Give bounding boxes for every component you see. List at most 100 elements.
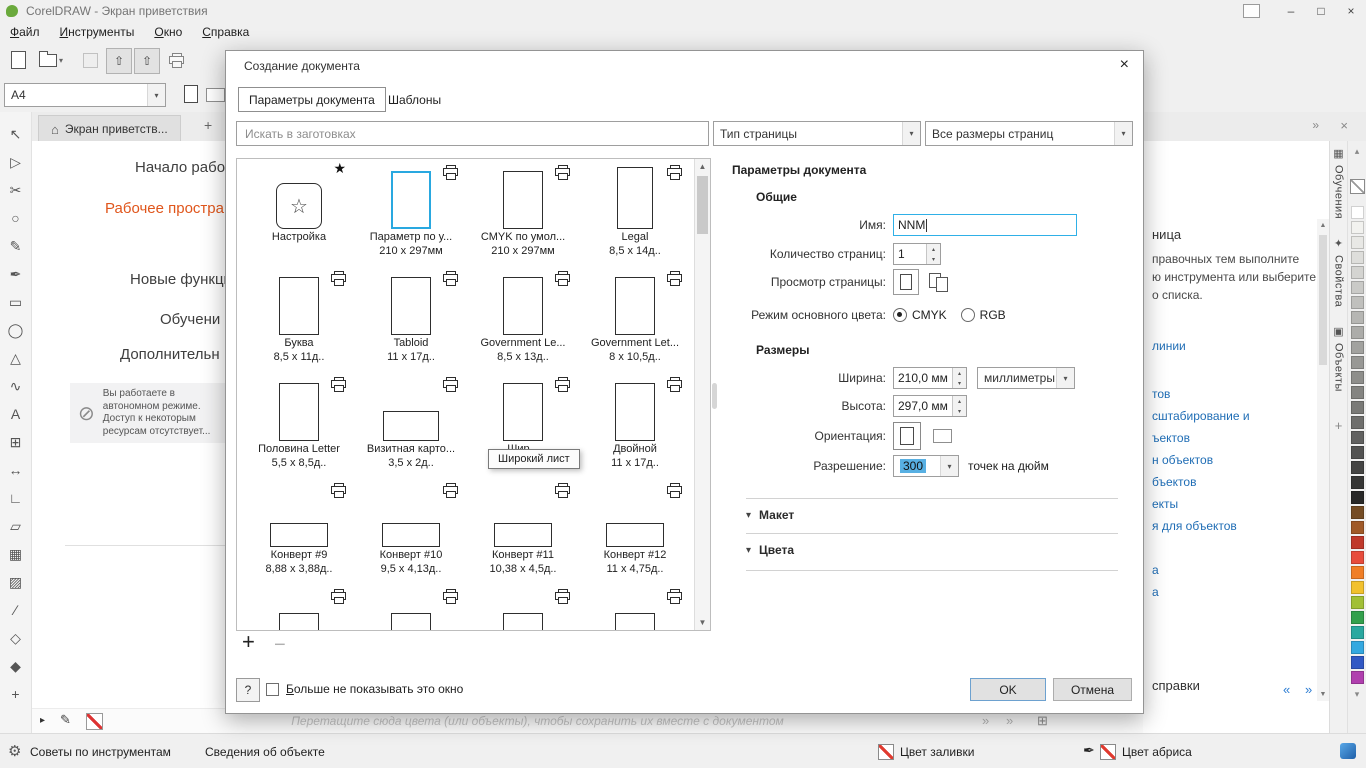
menu-item[interactable]: Инструменты: [50, 25, 145, 39]
docker-tab-objects[interactable]: ▣ Объекты: [1333, 325, 1345, 392]
table-tool[interactable]: ⊞: [0, 428, 31, 456]
docker-help-link[interactable]: бъектов: [1152, 475, 1250, 490]
page-sizes-combo[interactable]: Все размеры страниц ▾: [925, 121, 1133, 146]
bezier-tool[interactable]: ✒: [0, 260, 31, 288]
units-combo[interactable]: миллиметры ▾: [977, 367, 1075, 389]
scroll-thumb[interactable]: [1319, 235, 1327, 365]
color-swatch[interactable]: [1351, 671, 1364, 684]
Government Le...[interactable]: ★ ☆ Government Le... 8,5 x 13д..: [467, 265, 579, 371]
color-swatch[interactable]: [1351, 521, 1364, 534]
outline-color-swatch[interactable]: [1100, 744, 1116, 760]
menu-item[interactable]: Файл: [0, 25, 50, 39]
close-docker-icon[interactable]: ×: [1340, 118, 1348, 133]
Половина Letter[interactable]: ★ ☆ Половина Letter 5,5 x 8,5д..: [243, 371, 355, 477]
eyedropper-tool[interactable]: ∕: [0, 596, 31, 624]
color-swatch[interactable]: [1351, 341, 1364, 354]
scroll-down-icon[interactable]: ▼: [1317, 688, 1329, 701]
new-tab-button[interactable]: +: [204, 117, 212, 133]
dont-show-checkbox[interactable]: [266, 683, 279, 696]
transparency-tool[interactable]: ▨: [0, 568, 31, 596]
Конверт #9[interactable]: ★ ☆ Конверт #9 8,88 x 3,88д..: [243, 477, 355, 583]
polygon-tool[interactable]: △: [0, 344, 31, 372]
palette-edit-icon[interactable]: ✎: [60, 712, 71, 728]
ok-button[interactable]: OK: [970, 678, 1046, 701]
Tabloid[interactable]: ★ ☆ Tabloid 11 x 17д..: [355, 265, 467, 371]
color-swatch[interactable]: [1351, 251, 1364, 264]
color-swatch[interactable]: [1351, 416, 1364, 429]
Настройка[interactable]: ★ ☆ Настройка: [243, 159, 355, 265]
upload-cloud-icon[interactable]: ⇧: [106, 48, 132, 74]
no-color-swatch[interactable]: [1350, 179, 1365, 194]
fill-tool[interactable]: ◆: [0, 652, 31, 680]
palette-expand-icon[interactable]: ▸: [40, 715, 45, 726]
palette-options-icon[interactable]: »: [1006, 713, 1013, 728]
add-preset-button[interactable]: +: [242, 631, 255, 653]
docker-help-link[interactable]: ъектов: [1152, 431, 1250, 446]
colors-section-header[interactable]: ▾ Цвета: [746, 540, 794, 560]
palette-scroll-up-icon[interactable]: ▴: [1355, 146, 1360, 157]
connector-tool[interactable]: ∟: [0, 484, 31, 512]
help-back-icon[interactable]: «: [1283, 682, 1290, 697]
rectangle-tool[interactable]: ▭: [0, 288, 31, 316]
name-input[interactable]: NNM: [893, 214, 1077, 236]
preset-item[interactable]: [243, 583, 355, 631]
sync-cloud-icon[interactable]: ⇧: [134, 48, 160, 74]
CMYK по умол...[interactable]: ★ ☆ CMYK по умол... 210 x 297мм: [467, 159, 579, 265]
crop-tool[interactable]: ✂: [0, 176, 31, 204]
freehand-tool[interactable]: ✎: [0, 232, 31, 260]
page-size-combo[interactable]: A4 ▾: [4, 83, 166, 107]
text-tool[interactable]: A: [0, 400, 31, 428]
color-swatch[interactable]: [1351, 266, 1364, 279]
Конверт #10[interactable]: ★ ☆ Конверт #10 9,5 x 4,13д..: [355, 477, 467, 583]
docker-help-link[interactable]: тов: [1152, 387, 1250, 402]
landscape-button[interactable]: [933, 429, 952, 443]
rgb-radio[interactable]: [961, 308, 975, 322]
spin-up-icon[interactable]: ▴: [953, 396, 966, 406]
layout-section-header[interactable]: ▾ Макет: [746, 505, 794, 525]
color-swatch[interactable]: [1351, 461, 1364, 474]
minimize-button[interactable]: –: [1276, 0, 1306, 22]
Legal[interactable]: ★ ☆ Legal 8,5 x 14д..: [579, 159, 691, 265]
palette-grid-icon[interactable]: ⊞: [1037, 713, 1048, 729]
docker-overflow-icon[interactable]: »: [1312, 118, 1319, 132]
add-docker-icon[interactable]: +: [1335, 418, 1343, 433]
docker-help-link[interactable]: екты: [1152, 497, 1250, 512]
color-swatch[interactable]: [1351, 581, 1364, 594]
color-swatch[interactable]: [1351, 446, 1364, 459]
Government Let...[interactable]: ★ ☆ Government Let... 8 x 10,5д..: [579, 265, 691, 371]
resolution-combo[interactable]: 300 ▾: [893, 455, 959, 477]
document-tab[interactable]: ⌂ Экран приветств...: [38, 115, 181, 142]
docker-help-link[interactable]: я для объектов: [1152, 519, 1250, 534]
color-swatch[interactable]: [1351, 656, 1364, 669]
cmyk-radio[interactable]: [893, 308, 907, 322]
color-swatch[interactable]: [1351, 641, 1364, 654]
open-document-icon[interactable]: ▾: [34, 48, 68, 72]
spin-up-icon[interactable]: ▴: [953, 368, 966, 378]
palette-scroll-down-icon[interactable]: ▾: [1355, 689, 1360, 700]
dimension-tool[interactable]: ↔: [0, 456, 31, 484]
docker-scrollbar[interactable]: ▲ ▼: [1317, 219, 1329, 701]
docker-help-link[interactable]: линии: [1152, 339, 1250, 354]
maximize-button[interactable]: □: [1306, 0, 1336, 22]
docker-tab-properties[interactable]: ✦ Свойства: [1333, 237, 1345, 307]
color-swatch[interactable]: [1351, 401, 1364, 414]
ellipse-tool[interactable]: ◯: [0, 316, 31, 344]
color-swatch[interactable]: [1351, 296, 1364, 309]
dialog-close-icon[interactable]: ×: [1120, 56, 1129, 74]
spin-down-icon[interactable]: ▾: [953, 406, 966, 416]
Двойной[interactable]: ★ ☆ Двойной 11 x 17д..: [579, 371, 691, 477]
new-document-icon[interactable]: [6, 48, 30, 72]
palette-more-icon[interactable]: »: [982, 713, 989, 728]
zoom-tool[interactable]: ○: [0, 204, 31, 232]
color-swatch[interactable]: [1351, 566, 1364, 579]
spiral-tool[interactable]: ∿: [0, 372, 31, 400]
page-count-stepper[interactable]: 1 ▴▾: [893, 243, 941, 265]
scroll-down-icon[interactable]: ▼: [695, 615, 710, 630]
color-swatch[interactable]: [1351, 371, 1364, 384]
search-input[interactable]: Искать в заготовках: [236, 121, 709, 146]
docker-help-link[interactable]: н объектов: [1152, 453, 1250, 468]
shape-tool[interactable]: ▷: [0, 148, 31, 176]
Конверт #12[interactable]: ★ ☆ Конверт #12 11 x 4,75д..: [579, 477, 691, 583]
page-type-combo[interactable]: Тип страницы ▾: [713, 121, 921, 146]
height-stepper[interactable]: 297,0 мм ▴▾: [893, 395, 967, 417]
